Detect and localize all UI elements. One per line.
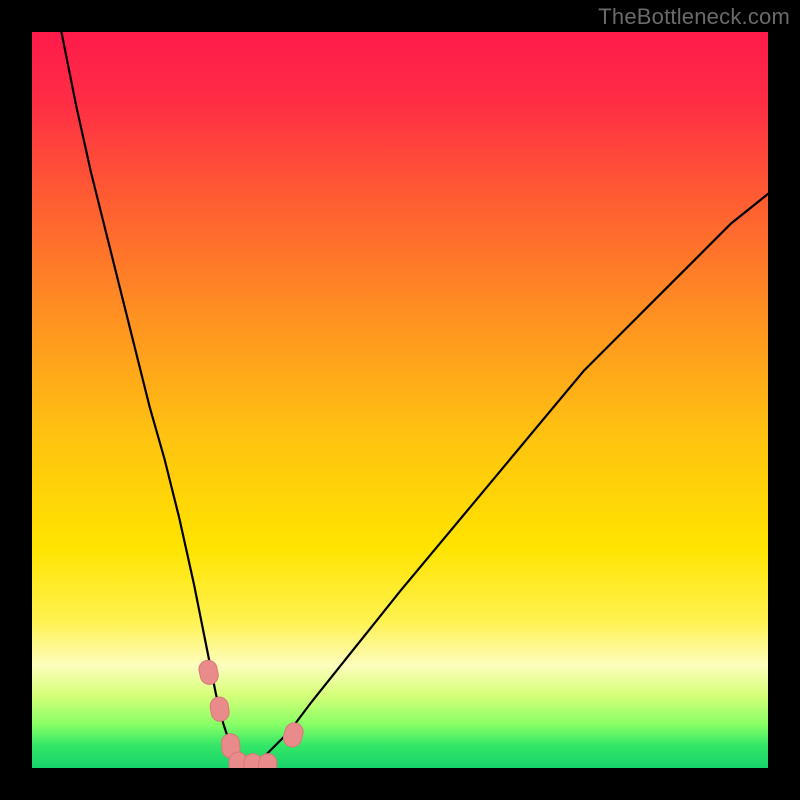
chart-frame: TheBottleneck.com [0, 0, 800, 800]
gradient-background [32, 32, 768, 768]
watermark-text: TheBottleneck.com [598, 4, 790, 30]
plot-area [32, 32, 768, 768]
bottleneck-curve-chart [32, 32, 768, 768]
